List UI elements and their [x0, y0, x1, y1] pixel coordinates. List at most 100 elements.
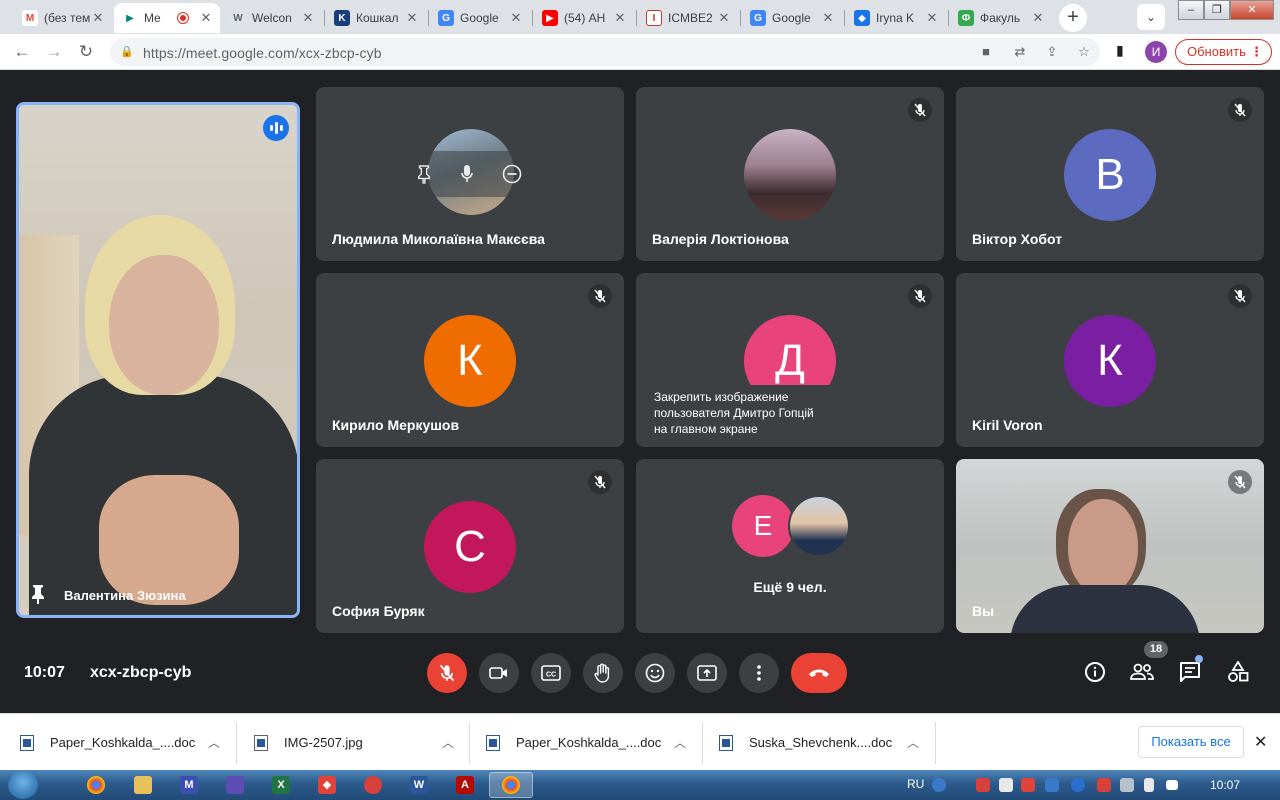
chevron-up-icon[interactable]: ︿	[907, 734, 919, 751]
active-speaker-tile[interactable]: Валентина Зюзина	[16, 102, 300, 618]
volume-icon[interactable]	[1144, 778, 1154, 792]
participant-tile[interactable]: К Kiril Voron	[956, 273, 1264, 447]
forward-icon[interactable]: →	[40, 38, 68, 66]
participant-tile[interactable]: Валерія Локтіонова	[636, 87, 944, 261]
new-tab-button[interactable]: +	[1059, 4, 1087, 32]
camera-button[interactable]	[479, 653, 519, 693]
participant-tile[interactable]: Д Закрепить изображение пользователя Дми…	[636, 273, 944, 447]
download-item[interactable]: IMG-2507.jpg ︿	[254, 714, 470, 771]
camera-icon[interactable]: ■	[976, 43, 996, 61]
close-tab-icon[interactable]: ✕	[924, 10, 940, 26]
more-participants-tile[interactable]: Е Ещё 9 чел.	[636, 459, 944, 633]
tab-youtube[interactable]: ▶ (54) АН ✕	[534, 3, 634, 33]
bookmark-star-icon[interactable]: ☆	[1074, 43, 1094, 61]
participant-tile[interactable]: Людмила Миколаївна Макєєва	[316, 87, 624, 261]
tab-divider	[324, 10, 325, 26]
leave-call-button[interactable]	[791, 653, 847, 693]
tab-koshkalda[interactable]: K Кошкал ✕	[326, 3, 426, 33]
signal-icon[interactable]	[1166, 780, 1178, 790]
bluetooth-icon[interactable]	[1071, 778, 1085, 792]
pin-icon[interactable]	[416, 164, 432, 184]
network-warning-icon[interactable]	[1097, 778, 1111, 792]
close-tab-icon[interactable]: ✕	[820, 10, 836, 26]
language-indicator[interactable]: RU	[907, 777, 924, 791]
tab-meet[interactable]: ▶ Me ✕	[114, 3, 220, 33]
reactions-button[interactable]	[635, 653, 675, 693]
app-tray-icon[interactable]	[1021, 778, 1035, 792]
close-tab-icon[interactable]: ✕	[404, 10, 420, 26]
tab-faculty[interactable]: Ф Факуль ✕	[950, 3, 1052, 33]
minimize-icon[interactable]: –	[1178, 0, 1204, 20]
mic-off-icon	[908, 98, 932, 122]
download-item[interactable]: Suska_Shevchenk....doc ︿	[719, 714, 935, 771]
download-item[interactable]: Paper_Koshkalda_....doc ︿	[20, 714, 236, 771]
tab-welcome[interactable]: W Welcon ✕	[222, 3, 322, 33]
windows-taskbar: M X ◆ W A RU 10:07	[0, 770, 1280, 800]
taskbar-app-chrome-active[interactable]	[489, 772, 533, 798]
avatar: С	[424, 501, 516, 593]
back-icon[interactable]: ←	[8, 38, 36, 66]
meeting-details-button[interactable]	[1080, 657, 1110, 687]
chevron-up-icon[interactable]: ︿	[674, 734, 686, 751]
close-icon[interactable]: ✕	[1254, 732, 1267, 752]
taskbar-app-mail[interactable]: M	[167, 772, 211, 798]
side-panel-icon[interactable]: ▮	[1116, 42, 1124, 59]
restore-icon[interactable]: ❐	[1204, 0, 1230, 20]
close-tab-icon[interactable]: ✕	[90, 10, 106, 26]
close-tab-icon[interactable]: ✕	[198, 10, 214, 26]
url-text[interactable]: https://meet.google.com/xcx-zbcp-cyb	[143, 45, 382, 61]
taskbar-app-acrobat[interactable]: A	[443, 772, 487, 798]
window-close-icon[interactable]: ✕	[1230, 0, 1274, 20]
close-tab-icon[interactable]: ✕	[716, 10, 732, 26]
taskbar-app-word[interactable]: W	[397, 772, 441, 798]
participant-name: София Буряк	[332, 603, 425, 619]
remove-icon[interactable]	[502, 164, 522, 184]
taskbar-app-explorer[interactable]	[121, 772, 165, 798]
taskbar-app-save[interactable]	[213, 772, 257, 798]
more-options-button[interactable]	[739, 653, 779, 693]
people-button[interactable]	[1127, 657, 1157, 687]
tab-search-button[interactable]: ⌄	[1137, 4, 1165, 30]
tab-gmail[interactable]: M (без тем ✕	[14, 3, 112, 33]
reload-icon[interactable]: ↻	[72, 38, 100, 66]
zoom-icon[interactable]	[1045, 778, 1059, 792]
tab-icmbe[interactable]: I ICMBE2 ✕	[638, 3, 738, 33]
start-button[interactable]	[8, 771, 38, 799]
tab-google-translate[interactable]: G Google ✕	[430, 3, 530, 33]
close-tab-icon[interactable]: ✕	[1030, 10, 1046, 26]
avatar[interactable]: И	[1145, 41, 1167, 63]
tab-google-translate-2[interactable]: G Google ✕	[742, 3, 842, 33]
app-tray-icon[interactable]	[976, 778, 990, 792]
translate-icon[interactable]: ⇄	[1010, 43, 1030, 61]
taskbar-app-clouds[interactable]	[351, 772, 395, 798]
help-icon[interactable]	[932, 778, 946, 792]
taskbar-app-anydesk[interactable]: ◆	[305, 772, 349, 798]
raise-hand-button[interactable]	[583, 653, 623, 693]
tab-iryna[interactable]: ◆ Iryna K ✕	[846, 3, 946, 33]
download-item[interactable]: Paper_Koshkalda_....doc ︿	[486, 714, 702, 771]
app-tray-icon[interactable]	[999, 778, 1013, 792]
present-button[interactable]	[687, 653, 727, 693]
self-view-tile[interactable]: Вы	[956, 459, 1264, 633]
chevron-icon[interactable]	[954, 778, 962, 792]
taskbar-app-excel[interactable]: X	[259, 772, 303, 798]
participant-tile[interactable]: К Кирило Меркушов	[316, 273, 624, 447]
mic-off-button[interactable]	[427, 653, 467, 693]
close-tab-icon[interactable]: ✕	[508, 10, 524, 26]
share-icon[interactable]: ⇪	[1042, 43, 1062, 61]
chevron-up-icon[interactable]: ︿	[442, 734, 454, 751]
update-button[interactable]: Обновить ⋮	[1175, 39, 1272, 65]
participant-tile[interactable]: В Віктор Хобот	[956, 87, 1264, 261]
taskbar-app-chrome[interactable]	[74, 772, 118, 798]
captions-button[interactable]: CC	[531, 653, 571, 693]
show-all-downloads-button[interactable]: Показать все	[1138, 726, 1244, 758]
mic-icon[interactable]	[460, 164, 474, 184]
activities-button[interactable]	[1223, 657, 1253, 687]
participant-tile[interactable]: С София Буряк	[316, 459, 624, 633]
close-tab-icon[interactable]: ✕	[612, 10, 628, 26]
address-bar[interactable]: 🔒 https://meet.google.com/xcx-zbcp-cyb ■…	[110, 38, 1100, 66]
clock[interactable]: 10:07	[1210, 778, 1240, 792]
chevron-up-icon[interactable]: ︿	[208, 734, 220, 751]
close-tab-icon[interactable]: ✕	[300, 10, 316, 26]
display-icon[interactable]	[1120, 778, 1134, 792]
